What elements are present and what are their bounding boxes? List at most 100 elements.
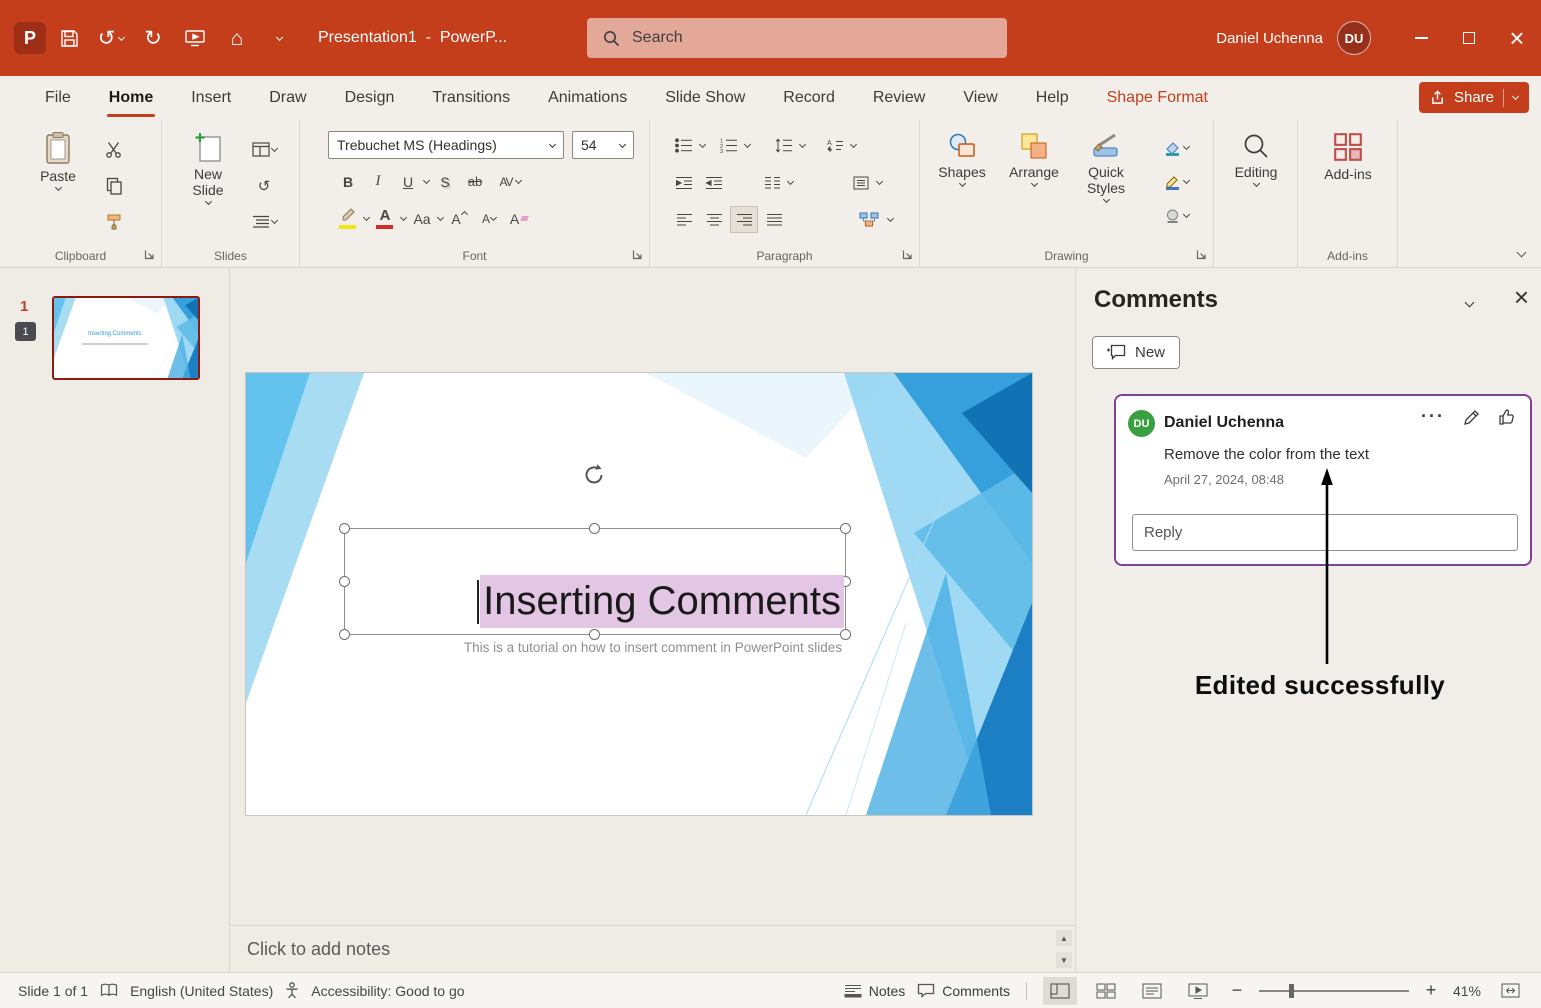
addins-button[interactable]: Add-ins [1318, 131, 1378, 182]
undo-button[interactable]: ↺ [92, 17, 130, 59]
language-indicator[interactable]: English (United States) [130, 983, 273, 999]
resize-handle-bottom-left[interactable] [339, 629, 350, 640]
slide-comment-badge[interactable]: 1 [15, 322, 36, 341]
zoom-in-button[interactable]: + [1421, 980, 1441, 1001]
clipboard-dialog-launcher[interactable] [142, 247, 157, 262]
fit-slide-to-window-button[interactable] [1493, 977, 1527, 1005]
cut-button[interactable] [100, 136, 128, 163]
zoom-out-button[interactable]: − [1227, 980, 1247, 1001]
share-button[interactable]: Share [1418, 82, 1529, 113]
align-left-button[interactable] [670, 206, 698, 233]
font-dialog-launcher[interactable] [630, 247, 645, 262]
slideshow-from-beginning-button[interactable] [176, 17, 214, 59]
bullets-button[interactable] [670, 132, 698, 159]
slide-editor[interactable]: Inserting Comments This is a tutorial on… [246, 373, 1032, 815]
collapse-comments-button[interactable] [1464, 294, 1475, 309]
search-input[interactable] [632, 29, 991, 47]
search-box[interactable] [587, 18, 1007, 58]
strikethrough-button[interactable]: ab [461, 168, 489, 195]
new-slide-button[interactable]: New Slide [178, 131, 238, 206]
accessibility-icon[interactable] [285, 982, 299, 999]
quick-styles-button[interactable]: Quick Styles [1076, 131, 1136, 204]
arrange-button[interactable]: Arrange [1004, 131, 1064, 188]
tab-shape-format[interactable]: Shape Format [1092, 76, 1223, 120]
tab-insert[interactable]: Insert [176, 76, 246, 120]
align-text-button[interactable] [847, 169, 875, 196]
format-painter-button[interactable] [100, 208, 128, 235]
tab-view[interactable]: View [948, 76, 1012, 120]
text-shadow-button[interactable]: S [431, 168, 459, 195]
shape-fill-button[interactable] [1154, 134, 1198, 161]
accessibility-status[interactable]: Accessibility: Good to go [311, 983, 464, 999]
tab-draw[interactable]: Draw [254, 76, 321, 120]
slide-subtitle-text[interactable]: This is a tutorial on how to insert comm… [464, 640, 842, 655]
section-button[interactable] [250, 208, 278, 235]
copy-button[interactable] [100, 172, 128, 199]
powerpoint-logo-icon[interactable]: P [14, 22, 46, 54]
increase-indent-button[interactable] [700, 169, 728, 196]
proofing-icon[interactable] [100, 983, 118, 998]
resize-handle-top-right[interactable] [840, 523, 851, 534]
reset-button[interactable]: ↺ [250, 172, 278, 199]
slideshow-view-button[interactable] [1181, 977, 1215, 1005]
change-case-button[interactable]: Aa [408, 205, 436, 232]
line-spacing-button[interactable] [770, 132, 798, 159]
resize-handle-middle-left[interactable] [339, 575, 350, 587]
tab-transitions[interactable]: Transitions [417, 76, 525, 120]
minimize-button[interactable] [1397, 0, 1445, 76]
resize-handle-top-left[interactable] [339, 523, 350, 534]
chevron-down-icon[interactable] [422, 176, 431, 185]
maximize-button[interactable] [1445, 0, 1493, 76]
font-name-select[interactable]: Trebuchet MS (Headings) [328, 131, 564, 159]
comments-toggle-button[interactable]: Comments [917, 983, 1010, 999]
columns-button[interactable] [758, 169, 786, 196]
align-center-button[interactable] [700, 206, 728, 233]
save-button[interactable] [50, 17, 88, 59]
zoom-percentage[interactable]: 41% [1453, 983, 1481, 999]
clear-formatting-button[interactable]: A [505, 205, 533, 232]
editing-button[interactable]: Editing [1226, 131, 1286, 188]
reading-view-button[interactable] [1135, 977, 1169, 1005]
paste-button[interactable]: Paste [28, 131, 88, 192]
decrease-font-size-button[interactable]: A [475, 205, 503, 232]
convert-to-smartart-button[interactable] [852, 206, 886, 233]
tab-animations[interactable]: Animations [533, 76, 642, 120]
tab-review[interactable]: Review [858, 76, 940, 120]
close-button[interactable]: × [1493, 0, 1541, 76]
slide-sorter-view-button[interactable] [1089, 977, 1123, 1005]
paragraph-dialog-launcher[interactable] [900, 247, 915, 262]
like-comment-button[interactable] [1498, 408, 1516, 426]
zoom-slider[interactable] [1258, 983, 1409, 998]
slide-indicator[interactable]: Slide 1 of 1 [18, 983, 88, 999]
customize-toolbar-button[interactable] [260, 17, 298, 59]
home-button[interactable]: ⌂ [218, 17, 256, 59]
more-actions-button[interactable]: ··· [1421, 407, 1445, 425]
resize-handle-top-middle[interactable] [589, 523, 600, 534]
notes-pane[interactable]: Click to add notes ▲ ▼ [230, 925, 1075, 972]
resize-handle-bottom-middle[interactable] [589, 629, 600, 640]
tab-design[interactable]: Design [330, 76, 410, 120]
layout-button[interactable] [250, 136, 278, 163]
decrease-indent-button[interactable] [670, 169, 698, 196]
notes-toggle-button[interactable]: Notes [844, 983, 905, 999]
italic-button[interactable]: I [364, 168, 392, 195]
scroll-up-button[interactable]: ▲ [1056, 930, 1072, 946]
font-size-select[interactable]: 54 [572, 131, 634, 159]
underline-button[interactable]: U [394, 168, 422, 195]
align-right-button[interactable] [730, 206, 758, 233]
slide-title-text[interactable]: Inserting Comments [477, 575, 844, 628]
drawing-dialog-launcher[interactable] [1194, 247, 1209, 262]
font-color-button[interactable]: A [371, 205, 399, 232]
shape-outline-button[interactable] [1154, 168, 1198, 195]
justify-button[interactable] [760, 206, 788, 233]
resize-handle-bottom-right[interactable] [840, 629, 851, 640]
tab-help[interactable]: Help [1021, 76, 1084, 120]
tab-file[interactable]: File [30, 76, 86, 120]
edit-comment-button[interactable] [1463, 409, 1480, 426]
scroll-down-button[interactable]: ▼ [1056, 952, 1072, 968]
rotate-handle[interactable] [580, 461, 608, 492]
close-comments-button[interactable]: × [1514, 284, 1529, 310]
tab-record[interactable]: Record [768, 76, 850, 120]
numbering-button[interactable]: 123 [715, 132, 743, 159]
zoom-slider-thumb[interactable] [1288, 983, 1294, 998]
